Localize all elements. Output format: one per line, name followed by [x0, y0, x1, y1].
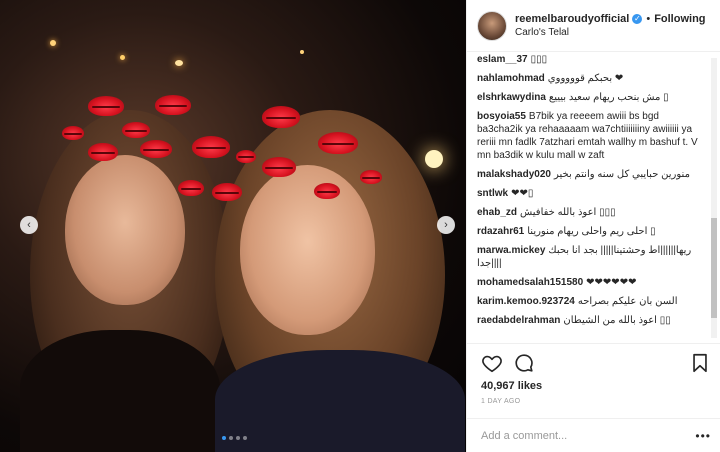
chevron-left-icon: ‹	[27, 219, 31, 231]
face-left	[65, 155, 185, 305]
lips-sticker	[88, 96, 124, 116]
comment-item: ehab_zd اعوذ بالله خفافيش ▯▯▯	[477, 206, 707, 219]
carousel-dot	[236, 436, 240, 440]
lips-sticker	[318, 132, 358, 154]
comment-item: sntlwk ❤❤▯	[477, 187, 707, 200]
lips-sticker	[262, 157, 296, 177]
bokeh-light	[175, 60, 183, 66]
comment-username[interactable]: sntlwk	[477, 188, 508, 199]
lips-sticker	[236, 150, 256, 163]
comment-item: marwa.mickey ريها||||||اط وحشتينا||||| بج…	[477, 244, 707, 270]
comment-text: السن بان عليكم بصراحه	[577, 296, 678, 307]
lips-sticker	[212, 183, 242, 201]
comment-item: elshrkawydina مش بنحب ريهام سعيد بيييع ▯	[477, 91, 707, 104]
separator-dot: •	[646, 13, 651, 25]
like-count[interactable]: 40,967 likes	[481, 380, 711, 392]
more-options-icon[interactable]: •••	[695, 429, 711, 443]
comment-icon[interactable]	[513, 352, 535, 374]
comment-username[interactable]: ehab_zd	[477, 207, 517, 218]
comment-text: ❤❤❤❤❤❤	[586, 277, 637, 288]
comments-scrollbar[interactable]	[711, 58, 717, 338]
lips-sticker	[262, 106, 300, 128]
bokeh-light	[120, 55, 125, 60]
comment-text: بحبكم قوووووي ❤	[547, 73, 624, 84]
lips-sticker	[192, 136, 230, 158]
comment-username[interactable]: karim.kemoo.923724	[477, 296, 575, 307]
comment-item: nahlamohmad بحبكم قوووووي ❤	[477, 72, 707, 85]
comment-composer: •••	[467, 418, 720, 452]
comment-item: karim.kemoo.923724 السن بان عليكم بصراحه	[477, 295, 707, 308]
comment-input[interactable]	[481, 429, 696, 442]
comment-item: raedabdelrahman اعوذ بالله من الشيطان ▯▯	[477, 314, 707, 327]
lips-sticker	[360, 170, 382, 184]
lips-sticker	[178, 180, 204, 196]
comment-item: rdazahr61 احلى ريم واحلى ريهام منورينا ▯	[477, 225, 707, 238]
comment-username[interactable]: raedabdelrahman	[477, 315, 560, 326]
lips-sticker	[314, 183, 340, 199]
comment-username[interactable]: mohamedsalah151580	[477, 277, 583, 288]
action-icon-row	[481, 352, 711, 374]
comment-text: احلى ريم واحلى ريهام منورينا ▯	[527, 226, 656, 237]
lips-sticker	[140, 140, 172, 158]
comment-item: bosyoia55 B7bik ya reeeem awiii bs bgd ba…	[477, 110, 707, 162]
comment-list[interactable]: eslam__37 ▯▯▯ nahlamohmad بحبكم قوووووي ❤ el…	[467, 53, 720, 343]
comment-text: اعوذ بالله خفافيش ▯▯▯	[520, 207, 616, 218]
comment-username[interactable]: nahlamohmad	[477, 73, 545, 84]
bookmark-icon[interactable]	[689, 352, 711, 374]
heart-icon[interactable]	[481, 352, 503, 374]
header-text: reemelbaroudyofficial ✓ • Following Carl…	[515, 13, 706, 38]
comment-text: ❤❤▯	[511, 188, 534, 199]
carousel-dot	[229, 436, 233, 440]
header-row: reemelbaroudyofficial ✓ • Following	[515, 13, 706, 25]
bokeh-light	[50, 40, 56, 46]
comment-text: اعوذ بالله من الشيطان ▯▯	[563, 315, 671, 326]
following-button[interactable]: Following	[654, 13, 705, 25]
comment-username[interactable]: marwa.mickey	[477, 245, 545, 256]
scrollbar-thumb[interactable]	[711, 218, 717, 318]
lips-sticker	[122, 122, 150, 138]
carousel-dot	[243, 436, 247, 440]
shoulder-right	[215, 350, 465, 452]
bokeh-light	[300, 50, 304, 54]
carousel-prev-button[interactable]: ‹	[20, 216, 38, 234]
lips-sticker	[155, 95, 191, 115]
comment-username[interactable]: malakshady020	[477, 169, 551, 180]
chevron-right-icon: ›	[444, 219, 448, 231]
bokeh-light	[425, 150, 443, 168]
lips-sticker	[88, 143, 118, 161]
face-right	[240, 165, 375, 335]
action-bar: 40,967 likes 1 DAY AGO	[467, 343, 720, 405]
carousel-indicator	[222, 436, 247, 440]
avatar[interactable]	[477, 10, 507, 41]
carousel-dot	[222, 436, 226, 440]
comment-text: منورين حبايبي كل سنه وانتم بخير	[553, 169, 690, 180]
comment-item: malakshady020 منورين حبايبي كل سنه وانتم …	[477, 168, 707, 181]
comment-username[interactable]: rdazahr61	[477, 226, 524, 237]
comment-item: mohamedsalah151580 ❤❤❤❤❤❤	[477, 276, 707, 289]
comment-text: مش بنحب ريهام سعيد بيييع ▯	[548, 92, 669, 103]
verified-badge-icon: ✓	[632, 14, 643, 24]
post-header: reemelbaroudyofficial ✓ • Following Carl…	[467, 0, 720, 52]
post-sidebar: reemelbaroudyofficial ✓ • Following Carl…	[466, 0, 720, 452]
comment-item: eslam__37 ▯▯▯	[477, 53, 707, 66]
comment-username[interactable]: eslam__37	[477, 54, 528, 65]
post-location[interactable]: Carlo's Telal	[515, 27, 706, 38]
comment-username[interactable]: bosyoia55	[477, 111, 526, 122]
lips-sticker	[62, 126, 84, 140]
post-timestamp[interactable]: 1 DAY AGO	[481, 398, 711, 405]
post-photo[interactable]: ‹ ›	[0, 0, 466, 452]
comment-text: ▯▯▯	[530, 54, 548, 65]
author-username[interactable]: reemelbaroudyofficial	[515, 13, 629, 25]
carousel-next-button[interactable]: ›	[437, 216, 455, 234]
comment-username[interactable]: elshrkawydina	[477, 92, 546, 103]
shoulder-left	[20, 330, 220, 452]
